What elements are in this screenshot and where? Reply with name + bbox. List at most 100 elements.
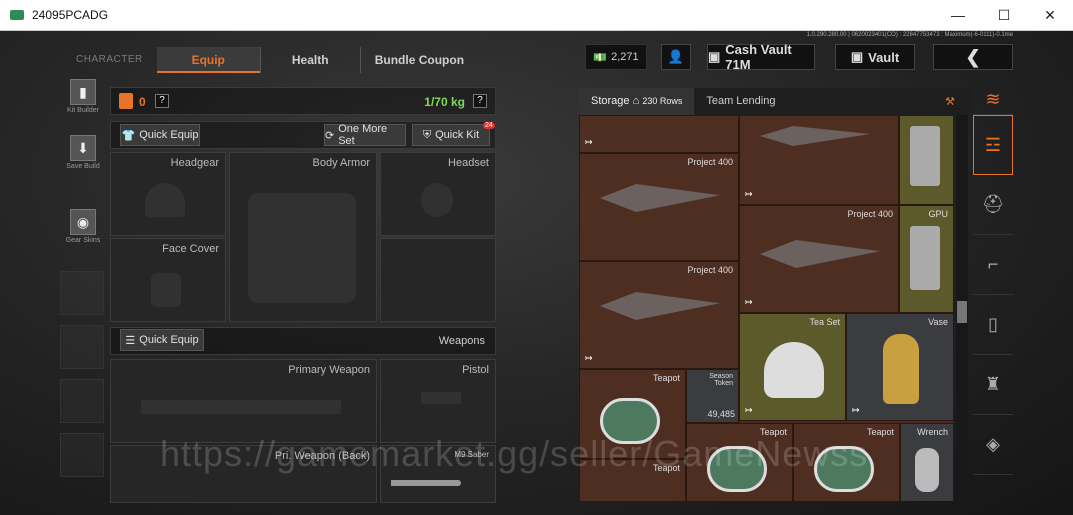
item-name: Vase <box>928 317 948 327</box>
category-medical-icon[interactable]: ♜ <box>973 355 1013 415</box>
quick-kit-button[interactable]: ⛨ Quick Kit <box>412 124 490 146</box>
item-name: Tea Set <box>809 317 840 327</box>
scroll-thumb[interactable] <box>957 301 967 323</box>
item-name: Wrench <box>917 427 948 437</box>
item-name: Project 400 <box>687 265 733 275</box>
knife-icon <box>391 480 461 486</box>
minimize-button[interactable]: — <box>935 0 981 30</box>
item-name: Teapot <box>652 373 680 383</box>
stack-icon[interactable]: ≋ <box>973 85 1013 115</box>
tea-set-icon <box>764 342 824 398</box>
help-icon[interactable]: ? <box>473 94 487 108</box>
move-icon: ↦ <box>585 353 593 363</box>
shirt-icon: 👕 <box>121 129 136 142</box>
tab-equip[interactable]: Equip <box>156 47 260 73</box>
cash-vault-label: Cash Vault 71M <box>725 42 792 72</box>
empty-slot[interactable] <box>60 271 104 315</box>
weapons-title: Weapons <box>438 335 485 347</box>
one-more-set-button[interactable]: ⟳ One More Set <box>324 123 406 147</box>
grid-item[interactable]: ↦ <box>739 115 899 205</box>
category-all-icon[interactable]: ☲ <box>973 115 1013 175</box>
grid-item-project-400[interactable]: Project 400 ↦ <box>579 261 739 369</box>
slot-label: Face Cover <box>162 243 219 255</box>
category-rifle-icon[interactable]: ⌐ <box>973 235 1013 295</box>
cash-icon: 💵 <box>593 51 608 64</box>
sidebar: ▮ Kit Builder ⬇ Save Build ◉ Gear Skins <box>60 79 106 487</box>
tab-character[interactable]: CHARACTER <box>62 47 157 73</box>
quick-kit-badge: 24 <box>483 122 495 129</box>
grid-item[interactable]: ↦ <box>579 115 739 153</box>
weapons-quick-equip-button[interactable]: ☰ Quick Equip <box>120 329 204 351</box>
button-label: One More Set <box>338 123 388 147</box>
grid-item-vase[interactable]: Vase ↦ <box>846 313 954 421</box>
slot-body-armor[interactable]: Body Armor <box>229 152 377 322</box>
sidebar-item-save-build[interactable]: ⬇ Save Build <box>60 135 106 191</box>
move-icon: ↦ <box>745 189 753 199</box>
armor-silhouette-icon <box>248 193 356 303</box>
move-icon: ↦ <box>745 405 753 415</box>
trader-button[interactable]: 👤 <box>661 44 691 70</box>
wrench-icon <box>915 448 939 492</box>
button-label: Quick Equip <box>139 334 199 346</box>
button-label: Quick Kit <box>435 129 480 141</box>
slot-headgear[interactable]: Headgear <box>110 152 226 236</box>
category-bar: ≋ ☲ ⛑ ⌐ ▯ ♜ ◈ <box>973 85 1013 505</box>
item-name: Teapot <box>866 427 894 437</box>
maximize-button[interactable]: ☐ <box>981 0 1027 30</box>
grid-item-tea-set[interactable]: Tea Set ↦ <box>739 313 846 421</box>
grid-item-gpu[interactable]: GPU <box>899 205 954 313</box>
jet-model-icon <box>600 184 720 212</box>
shield-icon: ⛨ <box>422 128 432 141</box>
gpu-icon <box>910 226 940 290</box>
tab-health[interactable]: Health <box>259 47 360 73</box>
grid-item-gpu[interactable] <box>899 115 954 205</box>
empty-slot[interactable] <box>60 379 104 423</box>
back-button[interactable]: ❮ <box>933 44 1013 70</box>
tab-storage[interactable]: Storage ⌂ 230 Rows <box>579 88 695 115</box>
vault-label: Vault <box>868 49 900 65</box>
app-icon <box>10 10 24 20</box>
storage-scrollbar[interactable] <box>956 115 968 501</box>
vault-button[interactable]: ▣ Vault <box>835 44 915 70</box>
vest-icon: ▮ <box>70 79 96 105</box>
watermark-text: https://gamemarket.gg/seller/GameNewss <box>160 433 869 474</box>
slot-label: Pistol <box>462 364 489 376</box>
slot-empty[interactable] <box>380 238 496 322</box>
close-button[interactable]: ✕ <box>1027 0 1073 30</box>
empty-slot[interactable] <box>60 433 104 477</box>
item-name: Project 400 <box>847 209 893 219</box>
helmet-silhouette-icon <box>145 183 185 217</box>
refresh-icon: ⟳ <box>325 129 335 142</box>
grid-item-wrench[interactable]: Wrench <box>900 423 954 501</box>
sort-icon[interactable]: ⚒ <box>945 95 955 108</box>
grid-item-project-400[interactable]: Project 400 ↦ <box>739 205 899 313</box>
tab-bundle-coupon[interactable]: Bundle Coupon <box>359 47 478 73</box>
help-icon[interactable]: ? <box>155 94 169 108</box>
sidebar-item-kit-builder[interactable]: ▮ Kit Builder <box>60 79 106 135</box>
category-magazine-icon[interactable]: ▯ <box>973 295 1013 355</box>
sidebar-item-label: Gear Skins <box>65 237 101 244</box>
debug-text: 1.0.290.280.00 | 0620023401(CO) : 228477… <box>806 32 1013 38</box>
vault-icon: ▣ <box>708 49 721 64</box>
slot-pistol[interactable]: Pistol <box>380 359 496 443</box>
item-count: 49,485 <box>707 409 735 419</box>
button-label: Quick Equip <box>139 129 199 141</box>
cash-vault-button[interactable]: ▣ Cash Vault 71M <box>707 42 815 72</box>
quick-equip-button[interactable]: 👕 Quick Equip <box>120 124 200 146</box>
armor-count: 0 <box>139 95 146 109</box>
category-misc-icon[interactable]: ◈ <box>973 415 1013 475</box>
rows-count: 230 Rows <box>642 96 683 106</box>
slot-face-cover[interactable]: Face Cover <box>110 238 226 322</box>
empty-slot[interactable] <box>60 325 104 369</box>
move-icon: ↦ <box>585 137 593 147</box>
tab-team-lending[interactable]: Team Lending <box>694 88 787 115</box>
sidebar-item-gear-skins[interactable]: ◉ Gear Skins <box>60 209 106 265</box>
slot-headset[interactable]: Headset <box>380 152 496 236</box>
category-gear-icon[interactable]: ⛑ <box>973 175 1013 235</box>
back-arrow-icon: ❮ <box>965 46 981 67</box>
grid-item-season-token[interactable]: Season Token 49,485 <box>686 369 739 423</box>
gpu-icon <box>910 126 940 186</box>
grid-item-project-400[interactable]: Project 400 <box>579 153 739 261</box>
slot-primary-weapon[interactable]: Primary Weapon <box>110 359 377 443</box>
safe-icon: ▣ <box>850 49 864 64</box>
